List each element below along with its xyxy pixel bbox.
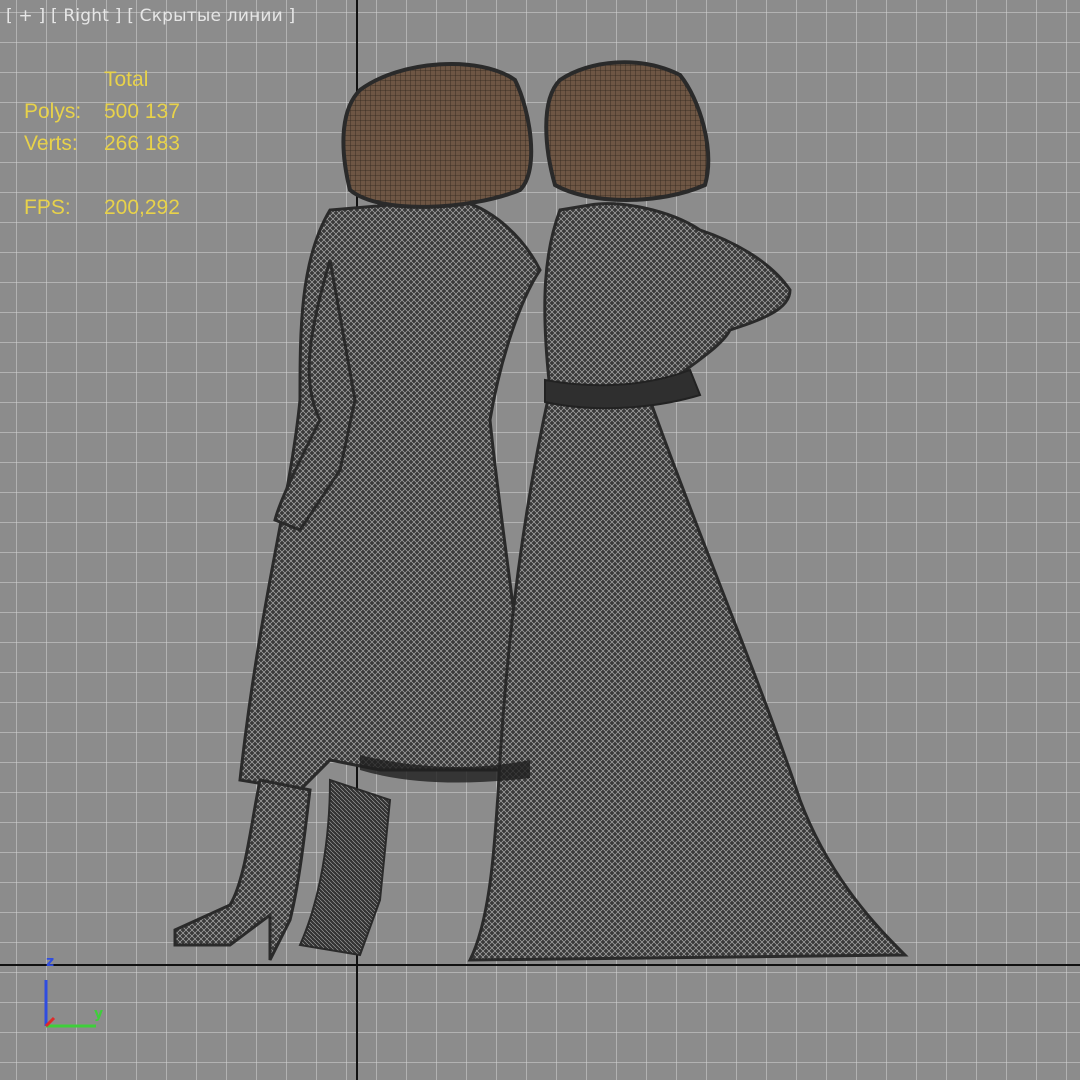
polys-value: 500 137 [104,100,180,123]
y-axis-label: y [94,1006,104,1022]
stats-row-polys: Polys: 500 137 [24,96,180,128]
viewport-shading-mode[interactable]: [ Скрытые линии ] [127,6,295,26]
viewport-view-name[interactable]: [ Right ] [51,6,122,26]
fps-label: FPS: [24,196,71,219]
z-axis-label: z [46,954,55,970]
verts-label: Verts: [24,132,78,155]
statistics-overlay: Total Polys: 500 137 Verts: 266 183 FPS:… [24,64,180,224]
polys-label: Polys: [24,100,82,123]
figure-right-woman[interactable] [467,60,909,962]
stats-spacer [24,160,180,192]
fps-value: 200,292 [104,196,180,219]
stats-row-fps: FPS: 200,292 [24,192,180,224]
axis-gizmo-icon: z y [30,950,120,1040]
verts-value: 266 183 [104,132,180,155]
figure-left-woman[interactable] [173,61,542,961]
stats-header: Total [104,68,149,91]
viewport-label[interactable]: [ + ] [ Right ] [ Скрытые линии ] [6,6,295,26]
stats-row-verts: Verts: 266 183 [24,128,180,160]
viewport-menu-plus[interactable]: [ + ] [6,6,45,26]
viewport-right[interactable]: [ + ] [ Right ] [ Скрытые линии ] Total … [0,0,1080,1080]
